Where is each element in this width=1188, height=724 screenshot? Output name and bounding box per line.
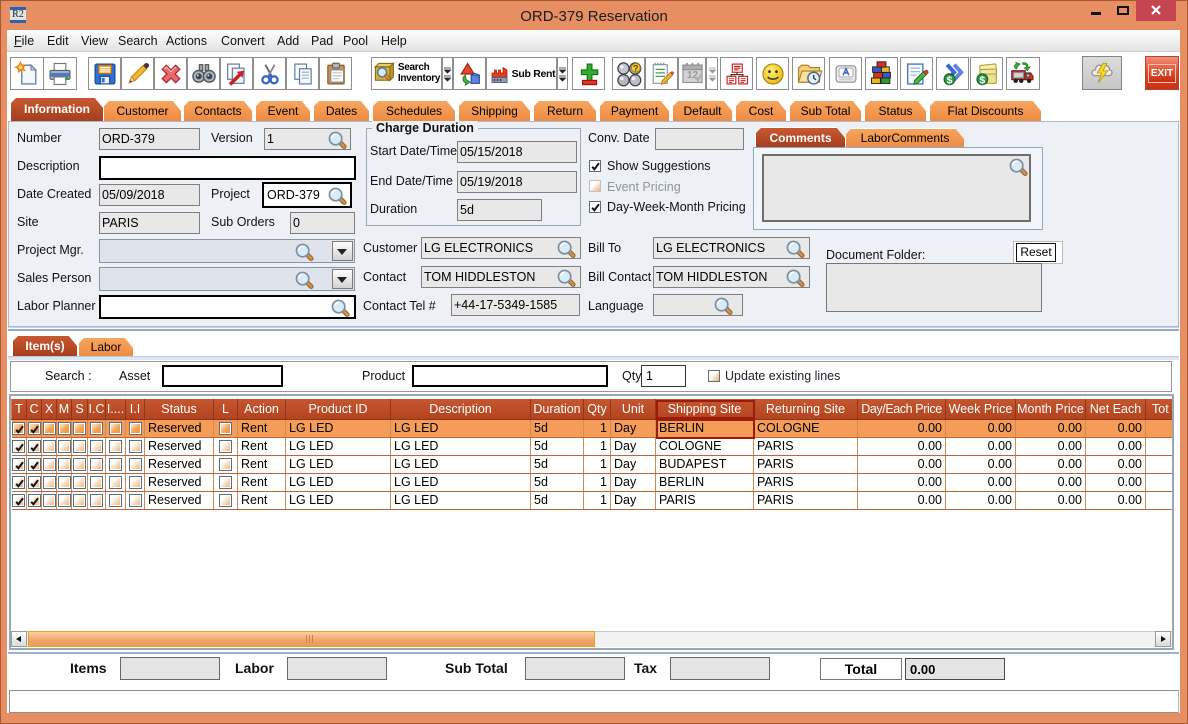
svg-text:?: ? (633, 63, 638, 73)
svg-text:$: $ (979, 74, 985, 86)
svg-text:$: $ (946, 74, 952, 86)
